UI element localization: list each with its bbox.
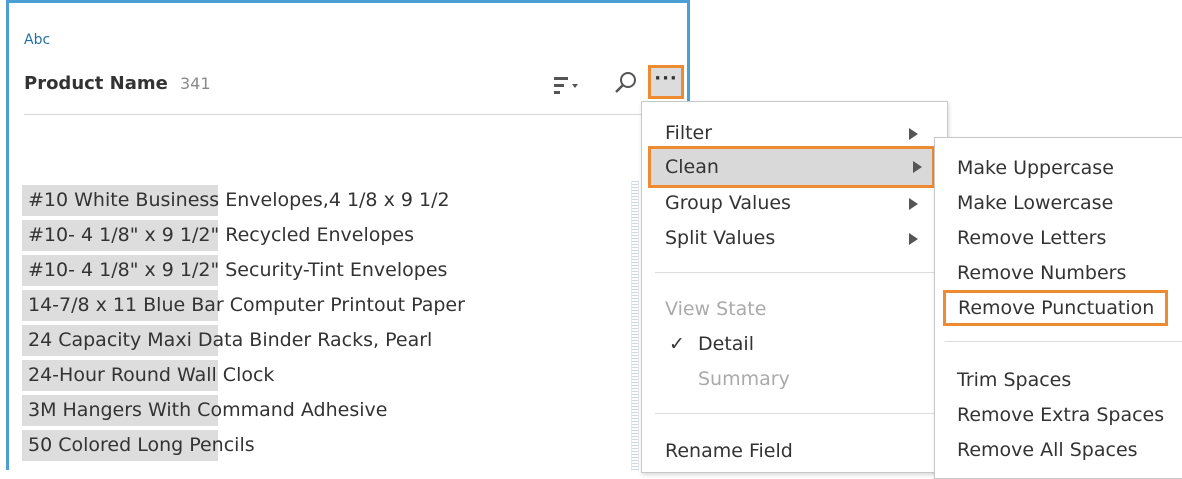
sort-icon[interactable]	[554, 75, 578, 97]
value-row[interactable]: #10 White Business Envelopes,4 1/8 x 9 1…	[22, 185, 465, 216]
scrollbar-thumb[interactable]	[632, 181, 638, 471]
value-row[interactable]: 14-7/8 x 11 Blue Bar Computer Printout P…	[22, 290, 465, 321]
check-icon: ✓	[669, 333, 685, 355]
menu-item-rename-field[interactable]: Rename Field	[642, 434, 932, 468]
submenu-item-make-uppercase[interactable]: Make Uppercase	[957, 153, 1114, 183]
more-options-button[interactable]: ···	[648, 65, 684, 99]
menu-option-detail[interactable]: Detail	[698, 333, 754, 355]
submenu-item-remove-numbers[interactable]: Remove Numbers	[957, 258, 1126, 288]
menu-item-label: Split Values	[665, 227, 776, 249]
value-row[interactable]: #10- 4 1/8" x 9 1/2" Recycled Envelopes	[22, 220, 465, 251]
value-label: #10- 4 1/8" x 9 1/2" Recycled Envelopes	[28, 224, 415, 246]
value-row[interactable]: 24-Hour Round Wall Clock	[22, 360, 465, 391]
menu-item-group-values[interactable]: Group Values	[642, 186, 932, 220]
chevron-right-icon	[909, 128, 918, 140]
menu-item-filter[interactable]: Filter	[642, 116, 932, 150]
submenu-item-remove-all-spaces[interactable]: Remove All Spaces	[957, 435, 1138, 465]
value-label: 24 Capacity Maxi Data Binder Racks, Pear…	[28, 329, 433, 351]
search-icon[interactable]	[614, 71, 638, 95]
field-type-label: Abc	[24, 32, 51, 48]
clean-submenu: Make Uppercase Make Lowercase Remove Let…	[934, 137, 1182, 479]
submenu-item-make-lowercase[interactable]: Make Lowercase	[957, 188, 1113, 218]
menu-item-split-values[interactable]: Split Values	[642, 221, 932, 255]
menu-item-label: Filter	[665, 122, 713, 144]
field-profile-card: Abc Product Name 341 ··· #10 White Busin…	[6, 0, 690, 471]
value-label: 24-Hour Round Wall Clock	[28, 364, 275, 386]
menu-item-label: Rename Field	[665, 440, 793, 462]
submenu-divider	[945, 341, 1182, 342]
field-options-menu: Filter Clean Group Values Split Values V…	[641, 101, 948, 473]
value-list: #10 White Business Envelopes,4 1/8 x 9 1…	[22, 185, 465, 465]
value-label: #10 White Business Envelopes,4 1/8 x 9 1…	[28, 189, 450, 211]
more-options-icon: ···	[654, 68, 678, 89]
value-label: #10- 4 1/8" x 9 1/2" Security-Tint Envel…	[28, 259, 448, 281]
value-label: 14-7/8 x 11 Blue Bar Computer Printout P…	[28, 294, 465, 316]
scrollbar[interactable]	[631, 181, 639, 471]
menu-divider	[655, 413, 935, 414]
submenu-item-remove-extra-spaces[interactable]: Remove Extra Spaces	[957, 400, 1164, 430]
chevron-right-icon	[909, 198, 918, 210]
menu-divider	[655, 272, 935, 273]
chevron-right-icon	[913, 161, 922, 173]
chevron-down-icon	[572, 84, 578, 88]
menu-option-summary[interactable]: Summary	[698, 368, 790, 390]
field-name[interactable]: Product Name	[24, 73, 168, 94]
chevron-right-icon	[909, 233, 918, 245]
header-divider	[24, 114, 681, 115]
menu-item-clean[interactable]: Clean	[648, 146, 935, 188]
value-row[interactable]: #10- 4 1/8" x 9 1/2" Security-Tint Envel…	[22, 255, 465, 286]
value-label: 50 Colored Long Pencils	[28, 434, 255, 456]
submenu-item-remove-letters[interactable]: Remove Letters	[957, 223, 1106, 253]
menu-heading-view-state: View State	[665, 298, 767, 320]
submenu-item-trim-spaces[interactable]: Trim Spaces	[957, 365, 1071, 395]
menu-item-label: Group Values	[665, 192, 791, 214]
value-row[interactable]: 3M Hangers With Command Adhesive	[22, 395, 465, 426]
value-label: 3M Hangers With Command Adhesive	[28, 399, 388, 421]
value-row[interactable]: 50 Colored Long Pencils	[22, 430, 465, 461]
submenu-item-remove-punctuation[interactable]: Remove Punctuation	[943, 290, 1169, 326]
menu-item-label: Clean	[665, 156, 719, 178]
field-value-count: 341	[180, 74, 211, 93]
value-row[interactable]: 24 Capacity Maxi Data Binder Racks, Pear…	[22, 325, 465, 356]
